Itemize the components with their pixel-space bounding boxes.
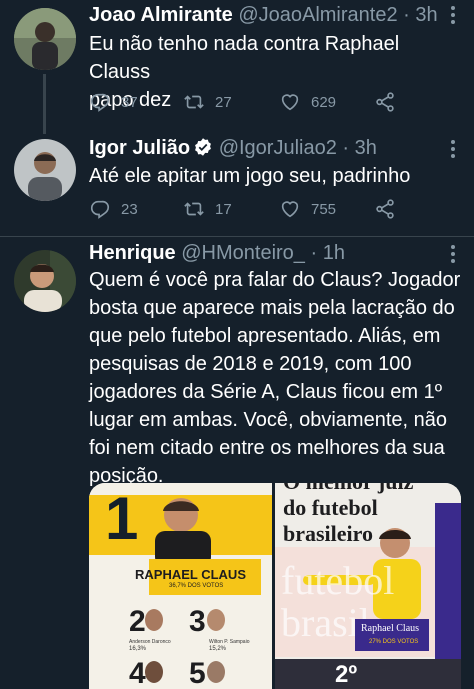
retweet-icon xyxy=(184,202,204,216)
more-options-icon[interactable] xyxy=(450,245,456,266)
author-handle[interactable]: @HMonteiro_ xyxy=(181,242,305,264)
action-bar: 23 17 755 xyxy=(89,198,409,222)
referee-name-card: Raphael Claus 27% DOS VOTOS xyxy=(355,619,429,651)
winner-name: RAPHAEL CLAUS xyxy=(135,567,246,582)
share-icon xyxy=(376,199,394,219)
author-handle[interactable]: @IgorJuliao2 xyxy=(219,137,337,159)
like-button[interactable]: 629 xyxy=(279,91,336,113)
tweet-text-line: Eu não tenho nada contra Raphael Clauss xyxy=(89,33,400,83)
avatar[interactable] xyxy=(14,250,76,312)
timestamp[interactable]: 3h xyxy=(415,4,437,26)
heart-icon xyxy=(281,94,299,111)
tweet-text: Até ele apitar um jogo seu, padrinho xyxy=(89,162,464,190)
retweet-count: 17 xyxy=(215,200,232,218)
referee-name: Raphael Claus xyxy=(361,623,420,634)
rank-3-name: Wilton P. Sampaio xyxy=(209,639,250,645)
rank-2-label: 2º xyxy=(335,661,358,688)
rank-4-number: 4 xyxy=(129,657,146,689)
tweet-header: Igor Julião @IgorJuliao2 · 3h xyxy=(89,135,377,161)
rank-2-number: 2 xyxy=(129,605,146,638)
retweet-button[interactable]: 27 xyxy=(183,91,232,113)
background-word-1: futebol xyxy=(281,558,395,603)
tweet-text-line: bosta que aparece mais pela lacração do xyxy=(89,297,455,319)
media-image-best-referee[interactable]: O melhor juiz do futebol brasileiro fute… xyxy=(275,483,461,689)
share-icon xyxy=(376,92,394,112)
tweet-text-line: pesquisas de 2018 e 2019, com 100 xyxy=(89,353,412,375)
reply-icon xyxy=(90,93,110,112)
reply-count: 37 xyxy=(121,93,138,111)
thread-line xyxy=(43,74,46,134)
tweet-text: Quem é você pra falar do Claus? Jogador … xyxy=(89,266,464,490)
avatar-photo xyxy=(14,250,76,312)
headline-top: O melhor juiz xyxy=(283,483,413,495)
tweet-header: Joao Almirante @JoaoAlmirante2 · 3h xyxy=(89,2,438,28)
rank-5-photo xyxy=(207,661,225,683)
like-count: 755 xyxy=(311,200,337,218)
headline-line-1: do futebol xyxy=(283,495,378,520)
tweet-media[interactable]: 1 RAPHAEL CLAUS 36,7% DOS VOTOS 2 3 Ande… xyxy=(89,483,461,689)
author-handle[interactable]: @JoaoAlmirante2 xyxy=(238,4,397,26)
retweet-icon xyxy=(184,95,204,109)
tweet-joao[interactable]: Joao Almirante @JoaoAlmirante2 · 3h Eu n… xyxy=(0,0,474,134)
action-bar: 37 27 629 xyxy=(89,91,409,115)
rank-2-photo xyxy=(145,609,163,631)
rank-1-number: 1 xyxy=(105,485,139,552)
more-options-icon[interactable] xyxy=(450,140,456,161)
heart-icon xyxy=(281,201,299,218)
share-button[interactable] xyxy=(374,91,396,113)
winner-subtitle: 36,7% DOS VOTOS xyxy=(169,583,224,589)
referee-subtitle: 27% DOS VOTOS xyxy=(369,639,419,645)
timestamp[interactable]: 1h xyxy=(323,242,345,264)
rank-2-name: Anderson Daronco xyxy=(129,639,171,645)
separator: · xyxy=(342,137,350,159)
rank-2-percent: 16,3% xyxy=(129,646,147,652)
headline-line-2: brasileiro xyxy=(283,521,374,546)
rank-4-photo xyxy=(145,661,163,683)
reply-button[interactable]: 23 xyxy=(89,198,138,220)
tweet-text-line: Quem é você pra falar do Claus? Jogador xyxy=(89,269,461,291)
tweet-igor[interactable]: Igor Julião @IgorJuliao2 · 3h Até ele ap… xyxy=(0,128,474,238)
retweet-button[interactable]: 17 xyxy=(183,198,232,220)
media-image-ranking[interactable]: 1 RAPHAEL CLAUS 36,7% DOS VOTOS 2 3 Ande… xyxy=(89,483,272,689)
avatar[interactable] xyxy=(14,8,76,70)
author-name[interactable]: Joao Almirante xyxy=(89,4,233,26)
author-name[interactable]: Igor Julião xyxy=(89,137,190,159)
like-count: 629 xyxy=(311,93,337,111)
avatar[interactable] xyxy=(14,139,76,201)
tweet-text-line: lugar em ambas. Você, obviamente, não xyxy=(89,409,447,431)
verified-badge-icon xyxy=(195,138,212,156)
more-options-icon[interactable] xyxy=(450,6,456,27)
separator: · xyxy=(403,4,410,26)
share-button[interactable] xyxy=(374,198,396,220)
rank-3-photo xyxy=(207,609,225,631)
tweet-divider xyxy=(0,236,474,237)
tweet-text-line: jogadores da Série A, Claus ficou em 1º xyxy=(89,381,443,403)
rank-3-number: 3 xyxy=(189,605,206,638)
tweet-text-line: Até ele apitar um jogo seu, padrinho xyxy=(89,165,411,187)
separator: · xyxy=(310,242,318,264)
tweet-text-line: foi nem citado entre os melhores da sua xyxy=(89,437,445,459)
rank-5-number: 5 xyxy=(189,657,206,689)
rank-3-percent: 15,2% xyxy=(209,646,227,652)
tweet-header: Henrique @HMonteiro_ · 1h xyxy=(89,240,345,266)
reply-button[interactable]: 37 xyxy=(89,91,138,113)
avatar-photo xyxy=(14,8,76,70)
retweet-count: 27 xyxy=(215,93,232,111)
reply-count: 23 xyxy=(121,200,138,218)
reply-icon xyxy=(90,200,110,219)
avatar-photo xyxy=(14,139,76,201)
tweet-text-line: que pelo futebol apresentado. Aliás, em xyxy=(89,325,441,347)
timestamp[interactable]: 3h xyxy=(355,137,377,159)
author-name[interactable]: Henrique xyxy=(89,242,176,264)
like-button[interactable]: 755 xyxy=(279,198,336,220)
